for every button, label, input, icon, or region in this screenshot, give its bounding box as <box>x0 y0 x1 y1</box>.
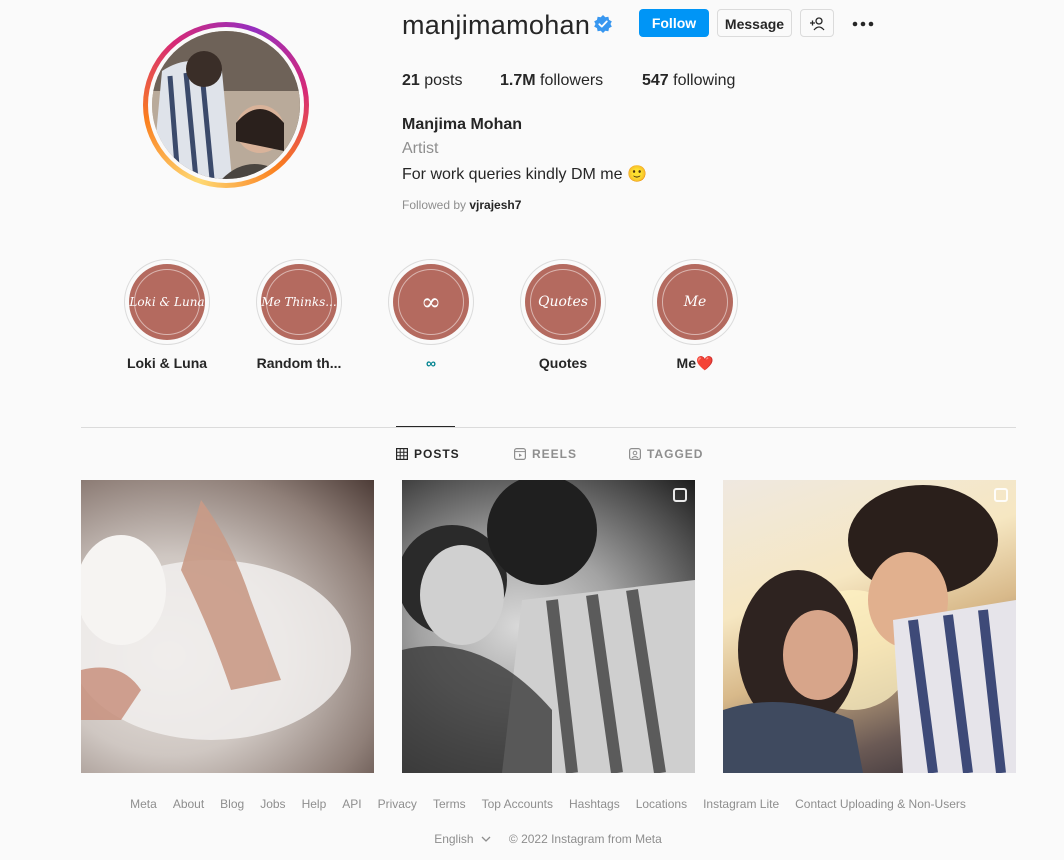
post-thumbnail[interactable] <box>402 480 695 773</box>
profile-category: Artist <box>402 140 439 157</box>
footer-link-privacy[interactable]: Privacy <box>378 797 417 811</box>
post-image-couple-sunset <box>723 485 1016 773</box>
footer-links: Meta About Blog Jobs Help API Privacy Te… <box>0 797 1064 811</box>
highlight-cover: ∞ <box>393 264 469 340</box>
highlight-loki-luna[interactable]: Loki & Luna Loki & Luna <box>124 259 210 371</box>
highlight-label: Random th... <box>256 355 342 371</box>
highlight-ring: Loki & Luna <box>124 259 210 345</box>
tab-tagged[interactable]: TAGGED <box>629 447 703 461</box>
footer-link-about[interactable]: About <box>173 797 204 811</box>
language-selector[interactable]: English <box>434 832 491 846</box>
followers-label: followers <box>540 72 604 89</box>
language-label: English <box>434 832 474 846</box>
profile-full-name: Manjima Mohan <box>402 116 523 133</box>
multi-post-icon <box>673 488 687 502</box>
highlight-ring: ∞ <box>388 259 474 345</box>
copyright-text: © 2022 Instagram from Meta <box>508 832 662 846</box>
highlight-infinity[interactable]: ∞ ∞ <box>388 259 474 371</box>
post-image-couple-bw <box>402 480 695 773</box>
post-thumbnail[interactable] <box>723 480 1016 773</box>
more-options-icon <box>852 21 874 27</box>
message-button[interactable]: Message <box>717 9 792 37</box>
footer-link-jobs[interactable]: Jobs <box>260 797 285 811</box>
footer-link-instagram-lite[interactable]: Instagram Lite <box>703 797 779 811</box>
footer-link-help[interactable]: Help <box>302 797 327 811</box>
followed-by-text[interactable]: Followed by vjrajesh7 <box>402 198 521 212</box>
footer-link-api[interactable]: API <box>342 797 361 811</box>
footer-link-blog[interactable]: Blog <box>220 797 244 811</box>
post-image-cat <box>81 500 351 740</box>
active-tab-indicator <box>396 426 455 427</box>
highlight-label: Quotes <box>538 355 588 371</box>
suggested-accounts-button[interactable] <box>800 9 834 37</box>
tab-reels[interactable]: REELS <box>514 447 577 461</box>
tab-posts[interactable]: POSTS <box>396 447 460 461</box>
tabs-divider <box>81 427 1016 428</box>
avatar-ring-gap <box>148 27 304 183</box>
highlight-label: Loki & Luna <box>126 355 208 371</box>
footer-link-contact-uploading[interactable]: Contact Uploading & Non-Users <box>795 797 966 811</box>
highlight-random-thoughts[interactable]: Me Thinks... Random th... <box>256 259 342 371</box>
posts-label: posts <box>424 72 463 89</box>
following-stat[interactable]: 547 following <box>642 72 735 90</box>
follow-button[interactable]: Follow <box>639 9 709 37</box>
chevron-down-icon <box>481 836 491 842</box>
tab-reels-label: REELS <box>532 447 578 461</box>
footer-link-top-accounts[interactable]: Top Accounts <box>482 797 553 811</box>
tab-posts-label: POSTS <box>414 447 460 461</box>
posts-count-stat: 21 posts <box>402 72 463 90</box>
highlight-cover: Me <box>657 264 733 340</box>
profile-bio: For work queries kindly DM me 🙂 <box>402 166 647 183</box>
tagged-icon <box>629 448 641 460</box>
profile-username: manjimamohan <box>402 10 591 40</box>
followed-by-prefix: Followed by <box>402 198 467 212</box>
highlight-ring: Me <box>652 259 738 345</box>
footer-link-terms[interactable]: Terms <box>433 797 466 811</box>
multi-post-icon <box>994 488 1008 502</box>
person-add-icon <box>810 17 825 31</box>
following-count: 547 <box>642 72 669 89</box>
more-options-button[interactable] <box>850 12 876 36</box>
highlight-cover: Quotes <box>525 264 601 340</box>
followers-stat[interactable]: 1.7M followers <box>500 72 603 90</box>
highlight-cover: Loki & Luna <box>129 264 205 340</box>
avatar-image <box>152 31 300 179</box>
avatar-photo <box>152 31 300 179</box>
verified-badge-icon <box>594 15 612 33</box>
highlight-quotes[interactable]: Quotes Quotes <box>520 259 606 371</box>
posts-count: 21 <box>402 72 420 89</box>
highlight-label: ∞ <box>426 355 436 371</box>
footer-link-hashtags[interactable]: Hashtags <box>569 797 620 811</box>
footer-link-meta[interactable]: Meta <box>130 797 157 811</box>
highlight-me[interactable]: Me Me❤️ <box>652 259 738 371</box>
highlight-ring: Quotes <box>520 259 606 345</box>
post-thumbnail[interactable] <box>81 480 374 773</box>
reels-icon <box>514 448 526 460</box>
footer-bottom: English © 2022 Instagram from Meta <box>0 832 1064 846</box>
following-label: following <box>673 72 736 89</box>
followers-count: 1.7M <box>500 72 536 89</box>
highlight-cover: Me Thinks... <box>261 264 337 340</box>
tab-tagged-label: TAGGED <box>647 447 704 461</box>
grid-icon <box>396 448 408 460</box>
highlight-label: Me❤️ <box>676 355 714 371</box>
followed-by-user[interactable]: vjrajesh7 <box>469 198 521 212</box>
highlight-ring: Me Thinks... <box>256 259 342 345</box>
footer-link-locations[interactable]: Locations <box>636 797 687 811</box>
profile-avatar[interactable] <box>143 22 309 188</box>
